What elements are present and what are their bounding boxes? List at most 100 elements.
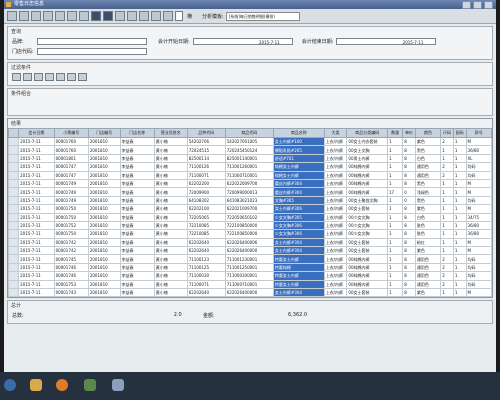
table-cell[interactable]: 00女士文胸 <box>346 145 388 155</box>
table-cell[interactable]: 00少女文胸 <box>346 229 388 239</box>
table-cell[interactable]: 622021009700 <box>224 204 274 214</box>
table-cell[interactable]: 上衣/内裤 <box>323 237 348 248</box>
table-cell[interactable]: 1 <box>386 262 404 273</box>
table-cell[interactable]: 均码 <box>465 262 493 273</box>
table-cell[interactable]: 1 <box>452 237 467 248</box>
table-cell[interactable]: 李益春 <box>119 187 155 197</box>
table-cell[interactable]: 1 <box>440 237 454 248</box>
table-cell[interactable]: 通用色 <box>414 262 442 273</box>
column-header[interactable]: 门店编号 <box>87 128 121 138</box>
table-cell[interactable]: 通用色 <box>414 279 442 290</box>
table-cell[interactable]: 00001742 <box>53 237 89 248</box>
table-cell[interactable]: 2001810 <box>87 237 121 248</box>
table-cell[interactable]: 8 <box>402 246 416 256</box>
table-cell[interactable]: 1 <box>386 254 404 264</box>
table-cell[interactable]: 李益春 <box>119 153 155 164</box>
column-header[interactable]: 门店名称 <box>119 128 155 138</box>
table-cell[interactable]: M <box>465 246 493 256</box>
table-cell[interactable]: 64108302 <box>186 195 226 206</box>
horizontal-checkbox[interactable] <box>175 11 183 21</box>
table-cell[interactable]: M <box>465 178 493 189</box>
table-cell[interactable]: 36/80 <box>465 229 493 239</box>
table-cell[interactable]: 1 <box>452 136 467 147</box>
table-cell[interactable]: 2 <box>440 279 454 290</box>
table-cell[interactable]: 均码 <box>465 271 493 281</box>
table-cell[interactable]: 8 <box>402 145 416 155</box>
table-cell[interactable]: 36/80 <box>465 145 493 155</box>
table-row[interactable]: 2015-7-11 00001747 2001810 李益春 黄小楠 71100071 71… <box>7 170 493 180</box>
table-cell[interactable]: 上衣/内裤 <box>323 170 348 180</box>
table-cell[interactable]: 黄小楠 <box>153 162 188 172</box>
table-cell[interactable]: 黄小楠 <box>153 153 188 164</box>
table-cell[interactable]: 裸贴乳贴#205 <box>272 145 325 155</box>
table-cell[interactable]: 17 <box>386 187 404 197</box>
table-cell[interactable]: 00001746 <box>53 262 89 273</box>
table-cell[interactable]: 71100123 <box>186 254 226 264</box>
table-cell[interactable]: 00001801 <box>53 153 89 164</box>
table-cell[interactable]: 女士内裤#100 <box>272 136 325 147</box>
table-cell[interactable]: 2001810 <box>87 246 121 256</box>
table-cell[interactable]: 00001747 <box>53 162 89 172</box>
table-cell[interactable]: 71100071 <box>186 279 226 290</box>
table-row[interactable]: 2015-7-11 00001746 2001810 李益春 黄小楠 71100030 71… <box>7 271 493 281</box>
table-cell[interactable]: 8 <box>402 212 416 222</box>
table-cell[interactable]: 2001810 <box>87 262 121 273</box>
maximize-button[interactable] <box>473 1 482 9</box>
table-cell[interactable]: 1 <box>386 288 404 298</box>
table-cell[interactable]: 00001749 <box>53 178 89 189</box>
table-cell[interactable]: 舒适#701 <box>272 153 325 164</box>
table-cell[interactable]: 上衣/内裤 <box>323 162 348 172</box>
column-header[interactable]: 商品名称 <box>272 128 325 138</box>
table-cell[interactable]: 0 <box>402 187 416 197</box>
table-cell[interactable]: 8 <box>402 178 416 189</box>
table-cell[interactable]: 8 <box>402 204 416 214</box>
table-cell[interactable]: 2 <box>440 254 454 264</box>
table-row[interactable]: 2015-7-11 00001760 2001810 李益春 黄小楠 72024515 72… <box>7 145 493 155</box>
table-cell[interactable]: M <box>465 136 493 147</box>
table-cell[interactable]: 1 <box>440 204 454 214</box>
table-cell[interactable]: 71100126 <box>186 162 226 172</box>
table-cell[interactable]: 上衣/内裤 <box>323 178 348 189</box>
table-cell[interactable]: 62202640 <box>186 246 226 256</box>
table-cell[interactable]: 上衣/内裤 <box>323 288 348 298</box>
print-icon[interactable] <box>43 11 53 21</box>
table-cell[interactable]: 00少女文胸 <box>346 212 388 222</box>
table-cell[interactable]: 上衣/内裤 <box>323 212 348 222</box>
table-cell[interactable]: 82500114 <box>186 153 226 164</box>
table-cell[interactable]: 2001810 <box>87 212 121 222</box>
table-cell[interactable]: 2001810 <box>87 178 121 189</box>
table-cell[interactable]: 黄小楠 <box>153 262 188 273</box>
table-cell[interactable]: 2001810 <box>87 288 121 298</box>
table-cell[interactable]: 72210085 <box>186 220 226 231</box>
table-cell[interactable]: M <box>465 237 493 248</box>
grid-view-icon[interactable] <box>91 11 101 21</box>
table-cell[interactable]: 00纯棉内裤 <box>346 178 388 189</box>
column-header[interactable]: 单价 <box>402 128 416 138</box>
table-cell[interactable]: 1 <box>386 237 404 248</box>
table-cell[interactable]: 特惠女士内裤 <box>272 271 325 281</box>
table-cell[interactable]: 2015-7-11 <box>18 178 55 189</box>
table-cell[interactable]: 1 <box>440 288 454 298</box>
table-cell[interactable]: 2 <box>440 136 454 147</box>
move-down-icon[interactable] <box>56 73 65 81</box>
column-header[interactable]: 大类 <box>323 128 348 138</box>
brand-input[interactable] <box>37 37 147 45</box>
table-cell[interactable]: 黄小楠 <box>153 271 188 281</box>
table-cell[interactable]: 00001749 <box>53 187 89 197</box>
table-cell[interactable]: 1 <box>452 271 467 281</box>
table-cell[interactable]: 2015-7-11 <box>18 237 55 248</box>
table-cell[interactable]: 均码 <box>465 195 493 206</box>
browser-icon[interactable] <box>56 379 68 391</box>
table-cell[interactable]: 2001810 <box>87 170 121 180</box>
table-cell[interactable]: 1 <box>386 145 404 155</box>
table-cell[interactable]: 1 <box>452 288 467 298</box>
table-cell[interactable]: 8 <box>402 229 416 239</box>
table-cell[interactable]: 2001810 <box>87 271 121 281</box>
table-cell[interactable]: 1 <box>440 178 454 189</box>
new-icon[interactable] <box>7 11 17 21</box>
end-date-input[interactable]: 2015-7-11 <box>336 37 437 45</box>
table-cell[interactable]: 62202100 <box>186 204 226 214</box>
table-cell[interactable]: 1 <box>440 212 454 222</box>
table-cell[interactable]: 00001760 <box>53 136 89 147</box>
table-cell[interactable]: 1 <box>386 212 404 222</box>
